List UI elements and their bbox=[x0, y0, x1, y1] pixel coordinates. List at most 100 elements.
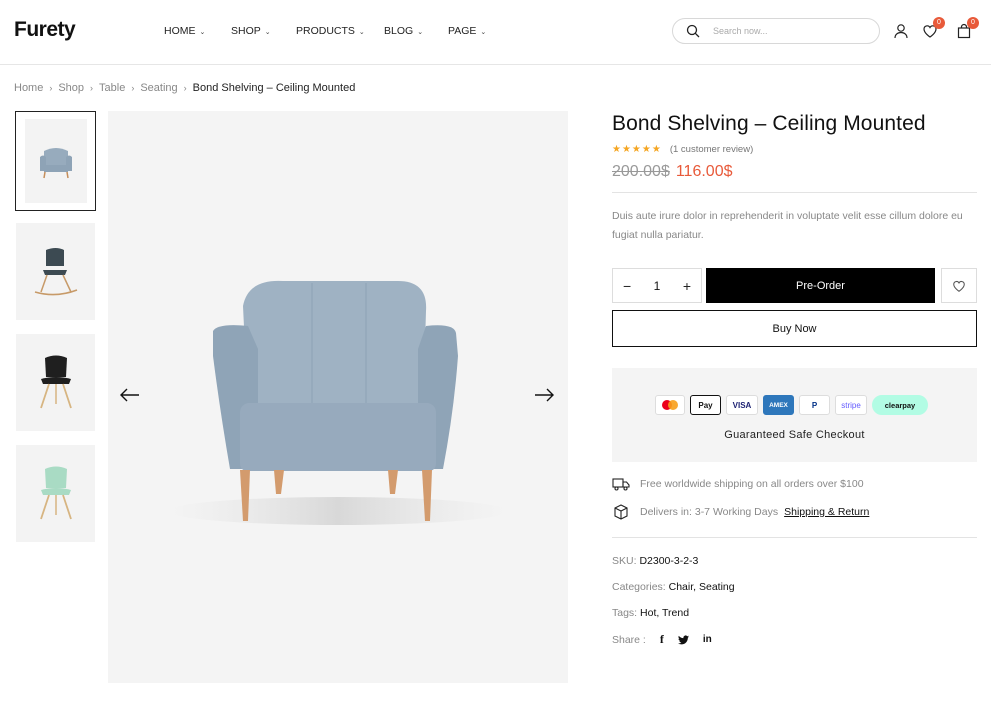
thumbnail-3[interactable] bbox=[16, 334, 95, 431]
safe-checkout-label: Guaranteed Safe Checkout bbox=[724, 429, 865, 441]
breadcrumb-table[interactable]: Table bbox=[99, 82, 125, 94]
main-nav: HOME ⌄ SHOP ⌄ PRODUCTS ⌄ BLOG ⌄ PAGE ⌄ bbox=[164, 25, 508, 37]
quantity-stepper: − 1 + bbox=[612, 268, 702, 303]
chevron-right-icon: › bbox=[90, 83, 94, 93]
breadcrumb: Home › Shop › Table › Seating › Bond She… bbox=[14, 82, 355, 94]
star-rating-icon: ★★★★★ bbox=[612, 144, 662, 155]
site-logo[interactable]: Furety bbox=[14, 18, 76, 42]
payment-methods: Pay VISA AMEX P stripe clearpay bbox=[655, 395, 928, 415]
sku-label: SKU: bbox=[612, 555, 637, 567]
breadcrumb-current: Bond Shelving – Ceiling Mounted bbox=[192, 82, 356, 94]
shipping-info: Free worldwide shipping on all orders ov… bbox=[612, 477, 864, 491]
nav-shop[interactable]: SHOP ⌄ bbox=[231, 25, 296, 37]
categories-label: Categories: bbox=[612, 581, 666, 593]
linkedin-icon[interactable]: in bbox=[703, 634, 712, 645]
chevron-down-icon: ⌄ bbox=[417, 29, 424, 36]
share-row: Share : f in bbox=[612, 632, 712, 647]
nav-blog-label: BLOG bbox=[384, 25, 414, 37]
chevron-right-icon: › bbox=[131, 83, 135, 93]
pre-order-button[interactable]: Pre-Order bbox=[706, 268, 935, 303]
nav-blog[interactable]: BLOG ⌄ bbox=[384, 25, 448, 37]
arrow-right-icon[interactable] bbox=[533, 387, 555, 403]
quantity-value[interactable]: 1 bbox=[654, 279, 661, 293]
tags-row: Tags: Hot, Trend bbox=[612, 607, 690, 619]
add-to-wishlist-button[interactable] bbox=[941, 268, 977, 303]
tags-label: Tags: bbox=[612, 607, 638, 619]
paypal-icon: P bbox=[799, 395, 830, 415]
price-block: 200.00$ 116.00$ bbox=[612, 163, 733, 181]
search-icon[interactable] bbox=[686, 24, 700, 38]
nav-page[interactable]: PAGE ⌄ bbox=[448, 25, 508, 37]
sale-price: 116.00$ bbox=[675, 163, 733, 180]
nav-products[interactable]: PRODUCTS ⌄ bbox=[296, 25, 384, 37]
delivery-text: Delivers in: 3-7 Working Days bbox=[640, 506, 779, 518]
breadcrumb-home[interactable]: Home bbox=[14, 82, 43, 94]
heart-icon bbox=[953, 280, 965, 292]
site-header: Furety HOME ⌄ SHOP ⌄ PRODUCTS ⌄ BLOG ⌄ PAGE ⌄ bbox=[0, 0, 991, 65]
breadcrumb-shop[interactable]: Shop bbox=[58, 82, 84, 94]
category-link[interactable]: Chair bbox=[669, 581, 694, 593]
delivery-box-icon bbox=[614, 504, 628, 520]
share-label: Share : bbox=[612, 633, 646, 646]
cart-button[interactable]: 0 bbox=[956, 17, 979, 39]
sku-value: D2300-3-2-3 bbox=[639, 555, 699, 567]
mint-chair-thumbnail-image bbox=[39, 466, 72, 519]
divider bbox=[612, 192, 977, 193]
nav-shop-label: SHOP bbox=[231, 25, 261, 37]
paypal-label: P bbox=[811, 400, 818, 410]
thumbnail-2[interactable] bbox=[16, 223, 95, 320]
clearpay-icon: clearpay bbox=[872, 395, 928, 415]
chevron-down-icon: ⌄ bbox=[480, 29, 487, 36]
sku-row: SKU: D2300-3-2-3 bbox=[612, 555, 698, 567]
product-main-image bbox=[108, 111, 568, 683]
truck-icon bbox=[612, 478, 630, 491]
product-rating: ★★★★★ (1 customer review) bbox=[612, 144, 753, 155]
thumbnail-4[interactable] bbox=[16, 445, 95, 542]
tag-link[interactable]: Hot bbox=[640, 607, 656, 619]
twitter-icon[interactable] bbox=[677, 634, 689, 645]
rocking-chair-thumbnail-image bbox=[34, 247, 77, 295]
minus-icon[interactable]: − bbox=[623, 278, 631, 294]
tag-link[interactable]: Trend bbox=[662, 607, 689, 619]
clearpay-label: clearpay bbox=[884, 400, 916, 410]
armchair-image bbox=[168, 280, 508, 525]
apple-pay-label: Pay bbox=[698, 400, 713, 410]
category-link[interactable]: Seating bbox=[699, 581, 735, 593]
mastercard-icon bbox=[655, 395, 685, 415]
plus-icon[interactable]: + bbox=[683, 278, 691, 294]
nav-home[interactable]: HOME ⌄ bbox=[164, 25, 231, 37]
review-count-link[interactable]: (1 customer review) bbox=[670, 144, 753, 155]
stripe-icon: stripe bbox=[835, 395, 867, 415]
apple-pay-icon: Pay bbox=[690, 395, 721, 415]
search-input[interactable] bbox=[713, 22, 873, 40]
product-title: Bond Shelving – Ceiling Mounted bbox=[612, 112, 926, 135]
nav-products-label: PRODUCTS bbox=[296, 25, 355, 37]
chevron-right-icon: › bbox=[183, 83, 187, 93]
armchair-thumbnail-image bbox=[39, 148, 72, 179]
chevron-down-icon: ⌄ bbox=[358, 29, 365, 36]
visa-label: VISA bbox=[732, 400, 752, 410]
search-box bbox=[672, 18, 880, 44]
chevron-down-icon: ⌄ bbox=[264, 29, 271, 36]
amex-icon: AMEX bbox=[763, 395, 794, 415]
thumbnail-1[interactable] bbox=[15, 111, 96, 211]
categories-row: Categories: Chair, Seating bbox=[612, 581, 735, 593]
breadcrumb-seating[interactable]: Seating bbox=[140, 82, 177, 94]
delivery-info: Delivers in: 3-7 Working Days Shipping &… bbox=[612, 503, 869, 521]
divider bbox=[612, 537, 977, 538]
chevron-right-icon: › bbox=[49, 83, 53, 93]
stripe-label: stripe bbox=[841, 400, 861, 410]
user-icon[interactable] bbox=[893, 23, 909, 39]
nav-home-label: HOME bbox=[164, 25, 196, 37]
chevron-down-icon: ⌄ bbox=[199, 29, 206, 36]
wishlist-button[interactable]: 0 bbox=[922, 17, 945, 39]
nav-page-label: PAGE bbox=[448, 25, 477, 37]
wishlist-count-badge: 0 bbox=[933, 17, 945, 29]
cart-count-badge: 0 bbox=[967, 17, 979, 29]
shipping-return-link[interactable]: Shipping & Return bbox=[784, 506, 869, 518]
arrow-left-icon[interactable] bbox=[119, 387, 141, 403]
old-price: 200.00$ bbox=[612, 163, 670, 180]
facebook-icon[interactable]: f bbox=[660, 632, 664, 647]
buy-now-button[interactable]: Buy Now bbox=[612, 310, 977, 347]
visa-icon: VISA bbox=[726, 395, 758, 415]
